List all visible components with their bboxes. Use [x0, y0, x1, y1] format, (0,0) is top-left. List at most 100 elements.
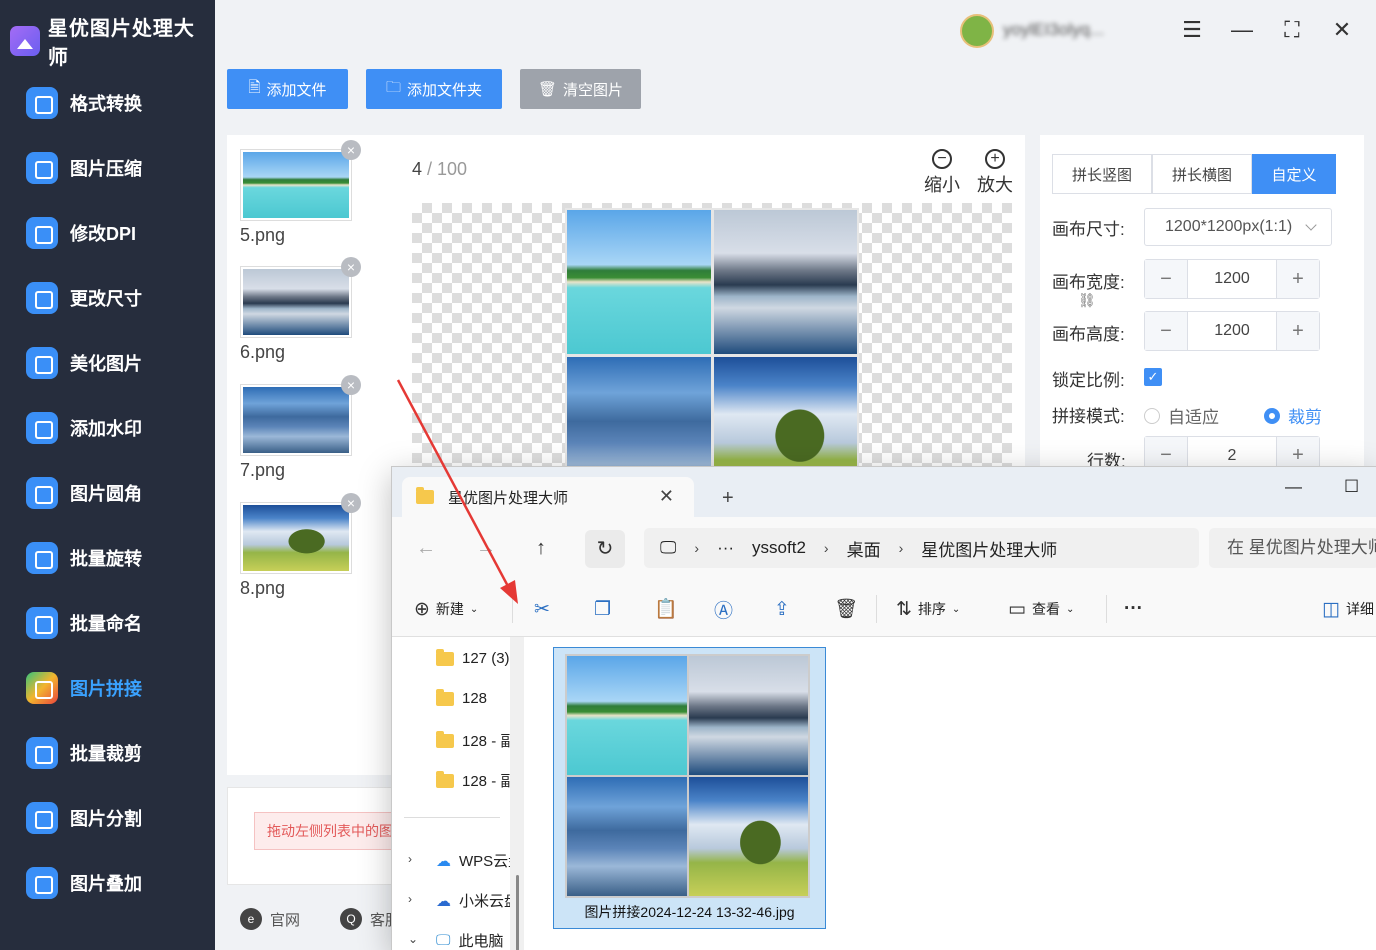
refresh-icon[interactable]: ↻ — [585, 530, 625, 568]
thumbnail[interactable]: × — [240, 493, 361, 574]
add-file-button[interactable]: 🗎 添加文件 — [227, 69, 348, 109]
thumbnail[interactable]: × — [240, 375, 361, 456]
explorer-search-input[interactable]: 在 星优图片处理大师 — [1209, 528, 1376, 568]
minus-icon[interactable]: − — [1145, 260, 1187, 298]
nav-scrollbar[interactable] — [510, 637, 524, 950]
sidebar-item-round-corner[interactable]: 图片圆角 — [0, 460, 215, 525]
sidebar-item-dpi[interactable]: 修改DPI — [0, 200, 215, 265]
folder-icon: 🗀 — [385, 78, 401, 96]
close-icon[interactable]: ✕ — [1330, 17, 1354, 42]
rename-button[interactable]: Ⓐ — [714, 593, 733, 625]
canvas-size-select[interactable]: 1200*1200px(1:1) — [1144, 208, 1332, 246]
more-icon[interactable]: ··· — [717, 538, 734, 558]
close-tab-icon[interactable]: ✕ — [659, 486, 674, 507]
remove-icon[interactable]: × — [341, 140, 361, 160]
details-button[interactable]: ◫ 详细 — [1322, 593, 1374, 625]
sidebar-item-resize[interactable]: 更改尺寸 — [0, 265, 215, 330]
lock-ratio-checkbox[interactable]: ✓ — [1144, 368, 1162, 386]
layers-icon — [26, 866, 58, 899]
sidebar-item-split[interactable]: 图片分割 — [0, 785, 215, 850]
zoom-in-button[interactable]: + 放大 — [977, 149, 1013, 197]
back-icon[interactable]: ← — [416, 537, 436, 560]
file-item[interactable]: 图片拼接2024-12-24 13-32-46.jpg — [553, 647, 826, 929]
chevron-right-icon[interactable]: › — [408, 852, 412, 866]
share-button[interactable]: ⇪ — [774, 593, 790, 625]
sidebar-item-beautify[interactable]: 美化图片 — [0, 330, 215, 395]
sidebar-item-rotate[interactable]: 批量旋转 — [0, 525, 215, 590]
mode-horizontal[interactable]: 拼长横图 — [1152, 154, 1252, 194]
minus-icon[interactable]: − — [1145, 312, 1187, 350]
forward-icon[interactable]: → — [476, 537, 496, 560]
sidebar-item-overlay[interactable]: 图片叠加 — [0, 850, 215, 915]
avatar[interactable] — [960, 14, 994, 48]
sidebar-item-compress[interactable]: 图片压缩 — [0, 135, 215, 200]
sidebar-item-splice[interactable]: 图片拼接 — [0, 655, 215, 720]
link-icon[interactable]: ⛓ — [1078, 292, 1096, 309]
zoom-out-button[interactable]: − 缩小 — [924, 149, 960, 197]
maximize-icon[interactable]: ☐ — [1344, 477, 1359, 497]
breadcrumb-item[interactable]: yssoft2 — [752, 538, 806, 558]
sort-button[interactable]: ⇅ 排序 ⌄ — [896, 593, 960, 625]
nav-folder[interactable]: 128 - 副本 — [436, 770, 510, 791]
thumbnail[interactable]: × — [240, 140, 361, 221]
nav-folder[interactable]: 127 (3) — [436, 648, 510, 667]
view-button[interactable]: ▭ 查看 ⌄ — [1008, 593, 1074, 625]
chevron-down-icon[interactable]: ⌄ — [408, 932, 418, 946]
chevron-right-icon[interactable]: › — [408, 892, 412, 906]
mode-vertical[interactable]: 拼长竖图 — [1052, 154, 1152, 194]
sidebar-item-rename[interactable]: 批量命名 — [0, 590, 215, 655]
website-label: 官网 — [270, 911, 301, 929]
scrollbar-thumb[interactable] — [516, 875, 519, 950]
maximize-icon[interactable]: ⛶ — [1280, 17, 1304, 42]
sidebar-item-format-convert[interactable]: 格式转换 — [0, 70, 215, 135]
minimize-icon[interactable]: — — [1285, 477, 1302, 497]
breadcrumb-item[interactable]: 桌面 — [847, 536, 881, 561]
up-icon[interactable]: ↑ — [536, 537, 546, 560]
thumbnail[interactable]: × — [240, 257, 361, 338]
lock-ratio-label: 锁定比例: — [1052, 371, 1125, 390]
divider — [876, 595, 877, 623]
more-options-button[interactable]: ··· — [1124, 593, 1143, 625]
nav-folder[interactable]: 128 — [436, 688, 487, 707]
paste-button[interactable]: 📋 — [654, 593, 678, 625]
minimize-icon[interactable]: — — [1230, 17, 1254, 42]
copy-button[interactable]: ❐ — [594, 593, 611, 625]
nav-folder[interactable]: 128 - 副本 — [436, 730, 510, 751]
view-label: 查看 — [1031, 601, 1060, 617]
new-button[interactable]: ⊕ 新建 ⌄ — [414, 593, 478, 625]
explorer-tab[interactable]: 星优图片处理大师 ✕ — [402, 477, 694, 517]
cloud-icon: ☁ — [436, 852, 451, 870]
nav-wps-cloud[interactable]: › ☁ WPS云盘 — [408, 850, 510, 871]
thumbnail-label: 7.png — [240, 460, 286, 480]
plus-icon[interactable]: + — [1277, 312, 1319, 350]
chevron-down-icon: ⌄ — [1065, 603, 1075, 615]
plus-icon[interactable]: + — [1277, 260, 1319, 298]
breadcrumb-item[interactable]: 星优图片处理大师 — [921, 536, 1057, 561]
zoom-out-icon: − — [932, 149, 952, 169]
nav-xiaomi-cloud[interactable]: › ☁ 小米云盘 — [408, 890, 510, 911]
settings-sliders-icon[interactable]: ☰ — [1180, 17, 1204, 42]
cut-button[interactable]: ✂ — [534, 593, 550, 625]
explorer-nav-pane: 127 (3) 128 128 - 副本 128 - 副本 › ☁ WPS云盘 › ☁… — [392, 637, 510, 950]
remove-icon[interactable]: × — [341, 257, 361, 277]
mode-custom[interactable]: 自定义 — [1252, 154, 1336, 194]
website-link[interactable]: e 官网 — [240, 908, 300, 930]
compress-icon — [26, 151, 58, 184]
computer-icon: 🖵 — [436, 932, 451, 949]
splice-crop-radio[interactable]: 裁剪 — [1264, 403, 1322, 428]
canvas-width-value[interactable]: 1200 — [1187, 260, 1277, 298]
address-breadcrumb[interactable]: 🖵 › ··· yssoft2 › 桌面 › 星优图片处理大师 — [644, 528, 1199, 568]
remove-icon[interactable]: × — [341, 375, 361, 395]
new-tab-icon[interactable]: + — [722, 487, 734, 510]
sidebar-item-crop[interactable]: 批量裁剪 — [0, 720, 215, 785]
divider — [1106, 595, 1107, 623]
clear-images-button[interactable]: 🗑 清空图片 — [520, 69, 641, 109]
remove-icon[interactable]: × — [341, 493, 361, 513]
divider — [512, 595, 513, 623]
splice-auto-radio[interactable]: 自适应 — [1144, 403, 1219, 428]
canvas-height-value[interactable]: 1200 — [1187, 312, 1277, 350]
add-folder-button[interactable]: 🗀 添加文件夹 — [366, 69, 502, 109]
sidebar-item-watermark[interactable]: 添加水印 — [0, 395, 215, 460]
nav-this-pc[interactable]: ⌄ 🖵 此电脑 — [408, 930, 503, 950]
delete-button[interactable]: 🗑 — [834, 593, 858, 625]
